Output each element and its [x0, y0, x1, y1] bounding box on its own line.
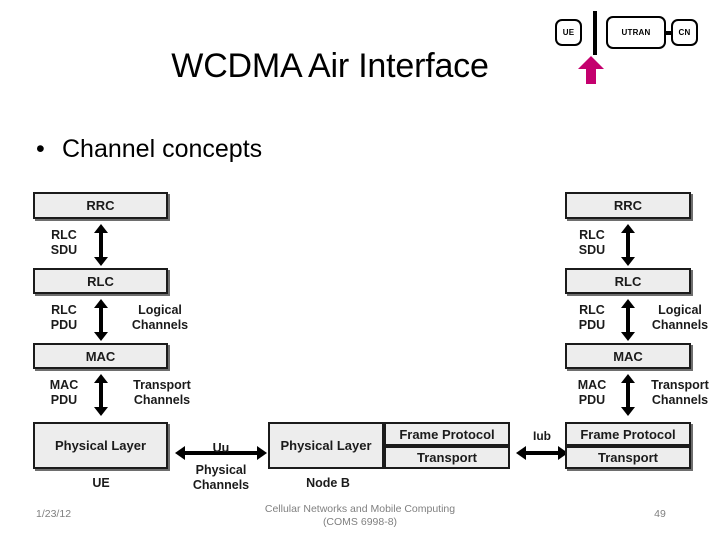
- bullet-text: Channel concepts: [62, 135, 263, 163]
- rnc-box-mac-label: MAC: [613, 348, 643, 364]
- uu-interface-sublabel: Physical Channels: [192, 463, 250, 492]
- nodeb-box-transport: Transport: [384, 446, 510, 469]
- navchain-item-utran-label: UTRAN: [621, 28, 651, 37]
- ue-label-logical-channels: Logical Channels: [131, 303, 189, 332]
- rnc-label-rlc-sdu: RLC SDU: [578, 228, 606, 257]
- ue-label-rlc-pdu: RLC PDU: [50, 303, 78, 332]
- ue-label-transport-channels: Transport Channels: [133, 378, 191, 407]
- ue-arrow-mac-phy: [94, 374, 108, 416]
- footer-course: Cellular Networks and Mobile Computing (…: [200, 503, 520, 529]
- rnc-label-logical-channels: Logical Channels: [651, 303, 709, 332]
- rnc-box-rrc: RRC: [565, 192, 691, 219]
- ue-box-physical-layer-label: Physical Layer: [54, 438, 147, 453]
- rnc-arrow-rlc-mac: [621, 299, 635, 341]
- ue-stack-caption: UE: [92, 476, 110, 490]
- navchain-item-cn[interactable]: CN: [671, 19, 698, 46]
- rnc-box-transport-label: Transport: [598, 450, 658, 465]
- ue-box-physical-layer: Physical Layer: [33, 422, 168, 469]
- bullet-marker: •: [36, 135, 45, 163]
- footer-date: 1/23/12: [36, 508, 72, 520]
- bullet-item-0: • Channel concepts: [36, 133, 262, 165]
- ue-label-rlc-sdu: RLC SDU: [50, 228, 78, 257]
- rnc-box-mac: MAC: [565, 343, 691, 369]
- rnc-box-rlc: RLC: [565, 268, 691, 294]
- ue-box-rrc: RRC: [33, 192, 168, 219]
- nodeb-box-frame-protocol-label: Frame Protocol: [399, 426, 495, 442]
- ue-box-rrc-label: RRC: [86, 198, 115, 213]
- rnc-box-transport: Transport: [565, 446, 691, 469]
- navchain-item-ue[interactable]: UE: [555, 19, 582, 46]
- ue-arrow-rrc-rlc: [94, 224, 108, 266]
- ue-box-mac: MAC: [33, 343, 168, 369]
- rnc-box-frame-protocol: Frame Protocol: [565, 422, 691, 446]
- page-title: WCDMA Air Interface: [171, 47, 489, 85]
- nodeb-box-physical-layer-label: Physical Layer: [280, 438, 372, 453]
- navchain-item-utran[interactable]: UTRAN: [606, 16, 666, 49]
- rnc-arrow-mac-fp: [621, 374, 635, 416]
- rnc-box-rrc-label: RRC: [613, 198, 643, 213]
- navchain-item-ue-label: UE: [562, 28, 575, 37]
- nodeb-box-transport-label: Transport: [417, 450, 477, 465]
- ue-arrow-rlc-mac: [94, 299, 108, 341]
- nodeb-box-frame-protocol: Frame Protocol: [384, 422, 510, 446]
- rnc-label-rlc-pdu: RLC PDU: [578, 303, 606, 332]
- rnc-arrow-rrc-rlc: [621, 224, 635, 266]
- nodeb-box-physical-layer: Physical Layer: [268, 422, 384, 469]
- ue-box-rlc-label: RLC: [87, 273, 114, 289]
- uu-interface-name: Uu: [212, 441, 230, 455]
- iub-interface-arrow: [516, 446, 568, 460]
- iub-interface-name: Iub: [533, 429, 551, 443]
- rnc-label-mac-pdu: MAC PDU: [577, 378, 607, 407]
- footer-course-line1: Cellular Networks and Mobile Computing: [264, 503, 456, 515]
- rnc-label-transport-channels: Transport Channels: [651, 378, 709, 407]
- rnc-box-frame-protocol-label: Frame Protocol: [580, 426, 676, 442]
- nodeb-caption: Node B: [306, 476, 350, 490]
- ue-box-rlc: RLC: [33, 268, 168, 294]
- footer-page-number: 49: [654, 508, 666, 520]
- rnc-box-rlc-label: RLC: [614, 273, 642, 289]
- ue-box-mac-label: MAC: [85, 348, 116, 364]
- slide-canvas: UE UTRAN CN WCDMA Air Interface • Channel…: [0, 0, 720, 540]
- navchain-item-cn-label: CN: [678, 28, 691, 37]
- ue-label-mac-pdu: MAC PDU: [49, 378, 79, 407]
- footer-course-line2: (COMS 6998-8): [322, 516, 398, 528]
